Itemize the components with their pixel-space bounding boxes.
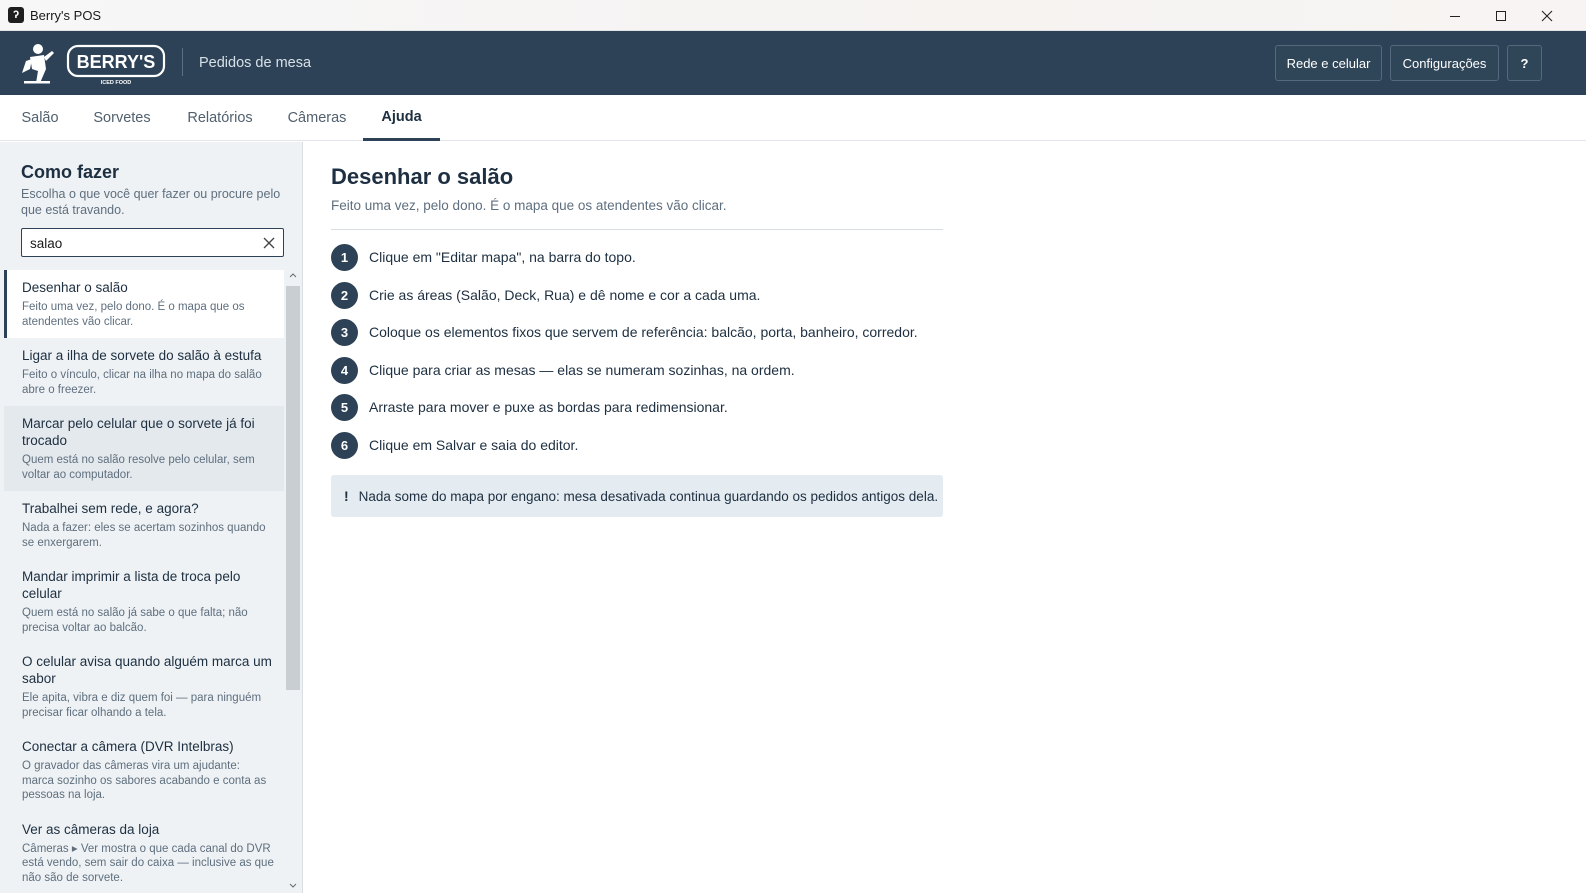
list-item-title: Ligar a ilha de sorvete do salão à estuf… xyxy=(22,348,262,363)
step-item: 5 Arraste para mover e puxe as bordas pa… xyxy=(331,393,728,421)
step-text: Clique em Salvar e saia do editor. xyxy=(369,437,579,453)
window-title: Berry's POS xyxy=(30,8,102,23)
step-text: Arraste para mover e puxe as bordas para… xyxy=(369,399,728,415)
tab-ajuda[interactable]: Ajuda xyxy=(363,95,440,141)
step-number: 4 xyxy=(331,356,358,384)
list-item-desc: Quem está no salão resolve pelo celular,… xyxy=(22,454,255,481)
search-input[interactable] xyxy=(30,233,250,253)
scroll-up-icon[interactable] xyxy=(289,272,297,278)
step-item: 3 Coloque os elementos fixos que servem … xyxy=(331,318,918,346)
step-item: 4 Clique para criar as mesas — elas se n… xyxy=(331,356,795,384)
step-item: 6 Clique em Salvar e saia do editor. xyxy=(331,431,578,459)
network-button[interactable]: Rede e celular xyxy=(1275,45,1382,81)
help-article: Desenhar o salão Feito uma vez, pelo don… xyxy=(303,142,1586,893)
step-text: Crie as áreas (Salão, Deck, Rua) e dê no… xyxy=(369,287,761,303)
article-divider xyxy=(331,229,943,230)
sidebar-description: Escolha o que você quer fazer ou procure… xyxy=(21,187,281,217)
minimize-button[interactable] xyxy=(1432,0,1478,31)
info-note: ! Nada some do mapa por engano: mesa des… xyxy=(331,475,943,517)
close-window-button[interactable] xyxy=(1524,0,1570,31)
list-item-title: O celular avisa quando alguém marca um s… xyxy=(22,654,272,686)
sidebar-title: Como fazer xyxy=(21,162,120,182)
tab-sorvetes[interactable]: Sorvetes xyxy=(83,95,161,141)
scrollbar-thumb[interactable] xyxy=(286,286,300,690)
tab-relatorios[interactable]: Relatórios xyxy=(176,95,264,141)
tab-salao[interactable]: Salão xyxy=(8,95,72,141)
sidebar-scrollbar[interactable] xyxy=(286,270,300,893)
close-icon xyxy=(1541,10,1553,21)
list-item[interactable]: Conectar a câmera (DVR Intelbras) O grav… xyxy=(4,729,284,812)
help-button[interactable]: ? xyxy=(1507,45,1542,81)
clear-search-icon[interactable] xyxy=(262,236,276,250)
help-sidebar: Como fazer Escolha o que você quer fazer… xyxy=(0,142,303,893)
list-item-title: Desenhar o salão xyxy=(22,280,128,295)
step-number: 5 xyxy=(331,393,358,421)
main-tabs: Salão Sorvetes Relatórios Câmeras Ajuda xyxy=(0,95,1586,141)
article-subtitle: Feito uma vez, pelo dono. É o mapa que o… xyxy=(331,198,727,213)
list-item-desc: Ele apita, vibra e diz quem foi — para n… xyxy=(22,692,262,719)
list-item-title: Mandar imprimir a lista de troca pelo ce… xyxy=(22,569,241,601)
list-item-title: Trabalhei sem rede, e agora? xyxy=(22,501,199,516)
step-number: 6 xyxy=(331,431,358,459)
app-header: BERRY'S ICED FOOD Pedidos de mesa Rede e… xyxy=(0,31,1586,95)
list-item-desc: Quem está no salão já sabe o que falta; … xyxy=(22,607,248,634)
list-item-desc: Feito o vínculo, clicar na ilha no mapa … xyxy=(22,369,262,396)
header-divider xyxy=(182,48,183,76)
list-item[interactable]: Marcar pelo celular que o sorvete já foi… xyxy=(4,406,284,491)
search-box xyxy=(21,228,284,257)
app-icon: ʔ xyxy=(8,7,24,23)
list-item-title: Marcar pelo celular que o sorvete já foi… xyxy=(22,416,255,448)
note-text: Nada some do mapa por engano: mesa desat… xyxy=(358,488,939,504)
article-title: Desenhar o salão xyxy=(331,164,514,189)
window-titlebar: ʔ Berry's POS xyxy=(0,0,1586,31)
list-item-desc: Câmeras ▸ Ver mostra o que cada canal do… xyxy=(22,842,274,884)
list-item[interactable]: Trabalhei sem rede, e agora? Nada a faze… xyxy=(4,491,284,559)
list-item[interactable]: Desenhar o salão Feito uma vez, pelo don… xyxy=(4,270,284,338)
berrys-logo: BERRY'S ICED FOOD xyxy=(16,39,168,87)
step-text: Clique para criar as mesas — elas se num… xyxy=(369,362,795,378)
step-number: 2 xyxy=(331,281,358,309)
minimize-icon xyxy=(1450,15,1460,17)
list-item[interactable]: O celular avisa quando alguém marca um s… xyxy=(4,644,284,729)
list-item[interactable]: Ligar a ilha de sorvete do salão à estuf… xyxy=(4,338,284,406)
logo-text: BERRY'S xyxy=(77,52,156,72)
list-item-desc: Nada a fazer: eles se acertam sozinhos q… xyxy=(22,522,266,549)
warning-icon: ! xyxy=(344,488,349,504)
maximize-button[interactable] xyxy=(1478,0,1524,31)
maximize-icon xyxy=(1496,10,1506,21)
list-item-title: Ver as câmeras da loja xyxy=(22,821,160,837)
list-item-desc: O gravador das câmeras vira um ajudante:… xyxy=(22,760,267,801)
list-item-desc: Feito uma vez, pelo dono. É o mapa que o… xyxy=(22,301,245,328)
settings-button[interactable]: Configurações xyxy=(1390,45,1499,81)
header-subtitle: Pedidos de mesa xyxy=(199,55,312,71)
step-number: 1 xyxy=(331,243,358,271)
step-number: 3 xyxy=(331,318,358,346)
list-item[interactable]: Mandar imprimir a lista de troca pelo ce… xyxy=(4,559,284,644)
step-item: 2 Crie as áreas (Salão, Deck, Rua) e dê … xyxy=(331,281,760,309)
tab-cameras[interactable]: Câmeras xyxy=(278,95,356,141)
step-text: Clique em "Editar mapa", na barra do top… xyxy=(369,249,636,265)
list-item[interactable]: Ver as câmeras da loja Câmeras ▸ Ver mos… xyxy=(4,812,284,893)
step-text: Coloque os elementos fixos que servem de… xyxy=(369,324,918,340)
help-topic-list: Desenhar o salão Feito uma vez, pelo don… xyxy=(4,270,284,893)
logo-tagline: ICED FOOD xyxy=(101,80,132,86)
list-item-title: Conectar a câmera (DVR Intelbras) xyxy=(22,739,234,754)
scroll-down-icon[interactable] xyxy=(289,883,297,889)
step-item: 1 Clique em "Editar mapa", na barra do t… xyxy=(331,243,636,271)
